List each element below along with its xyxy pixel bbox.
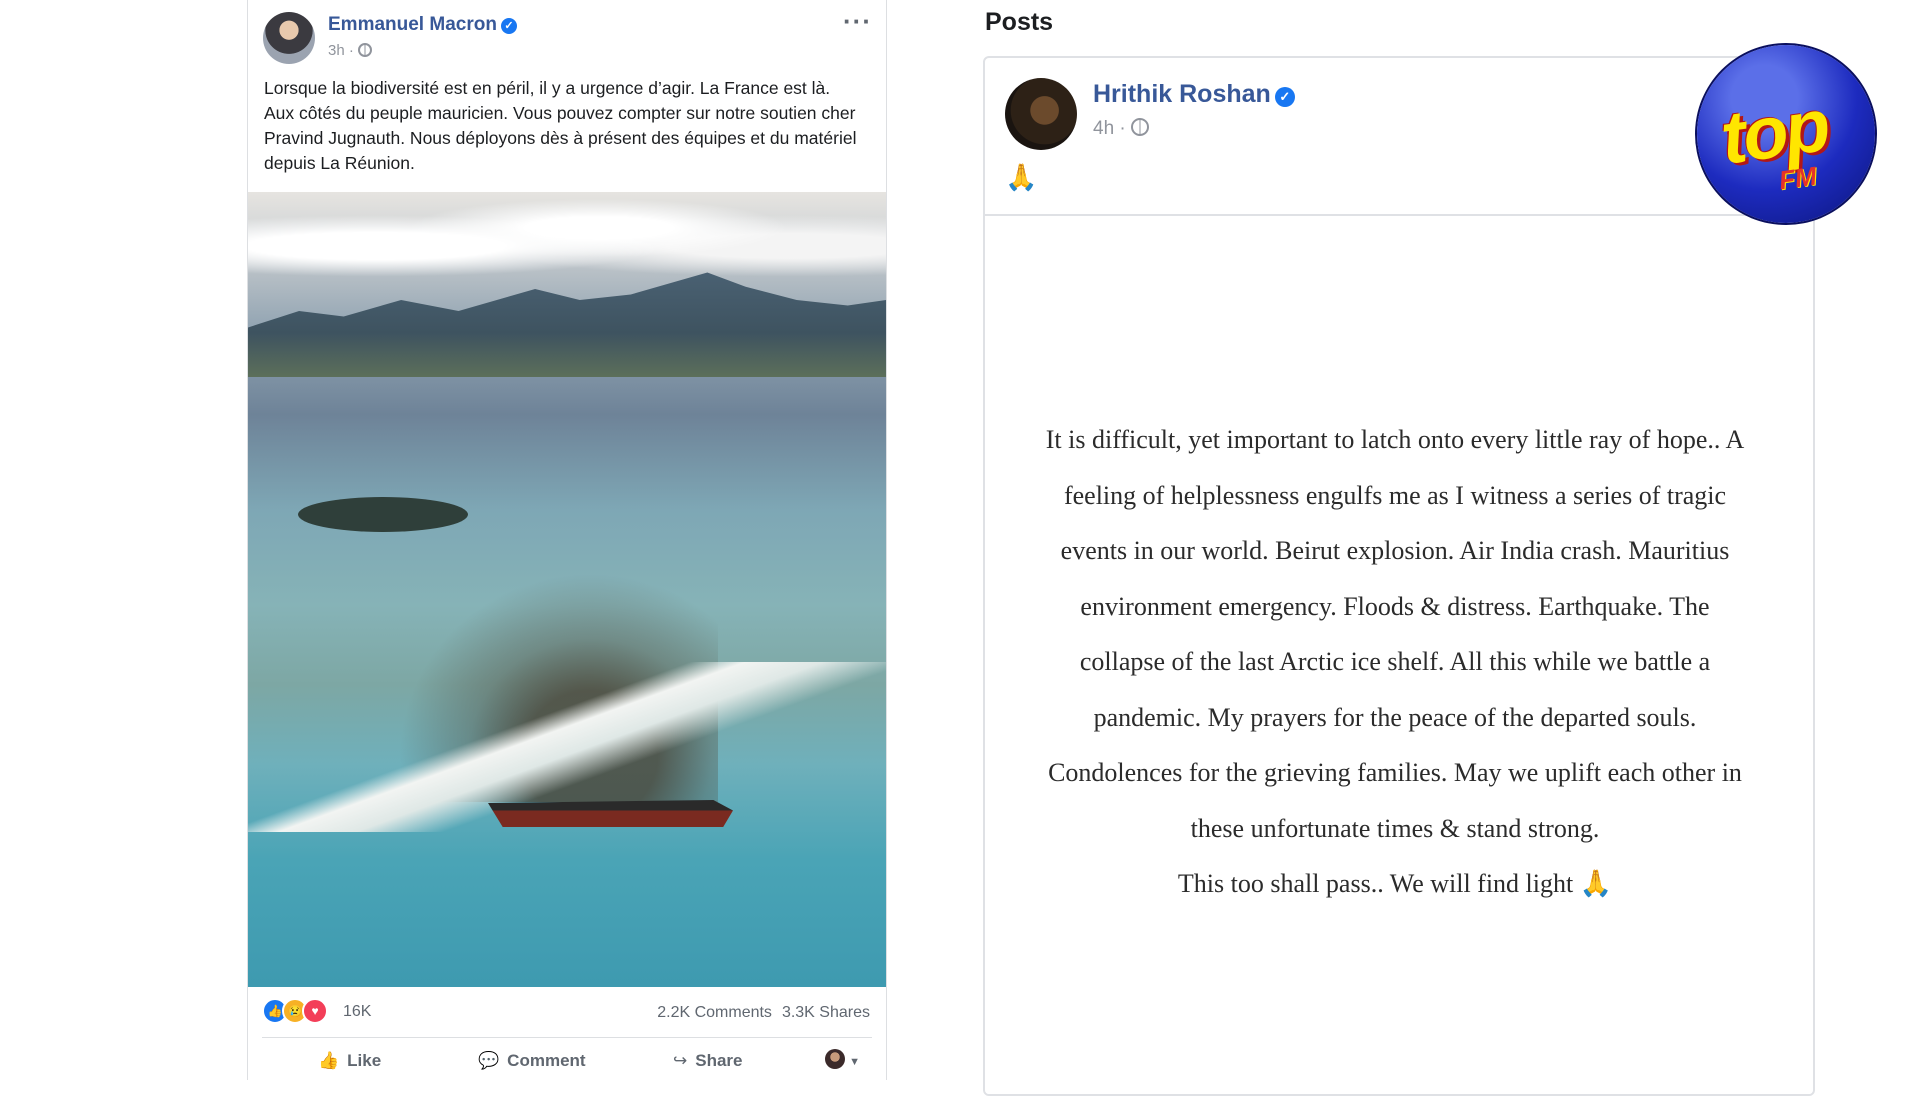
post-time[interactable]: 3h · <box>328 42 354 59</box>
hrithik-post: Hrithik Roshan ✓ 4h · 🙏 It is difficult, … <box>983 56 1815 1096</box>
love-reaction-icon: ♥ <box>302 998 328 1024</box>
more-options-icon[interactable]: ··· <box>843 6 872 37</box>
avatar[interactable] <box>1005 78 1077 150</box>
author-name[interactable]: Emmanuel Macron <box>328 14 497 35</box>
share-label: Share <box>695 1051 743 1070</box>
comment-icon: 💬 <box>478 1051 500 1070</box>
quote-body: It is difficult, yet important to latch … <box>1045 425 1745 843</box>
photo-clouds <box>248 192 886 282</box>
post-actions: 👍 Like 💬 Comment ↪ Share ▼ <box>248 1045 886 1080</box>
caret-down-icon: ▼ <box>849 1056 860 1068</box>
share-icon: ↪ <box>673 1051 688 1070</box>
post-author[interactable]: Emmanuel Macron ✓ <box>328 14 517 36</box>
share-button[interactable]: ↪ Share <box>673 1051 743 1071</box>
post-text: Lorsque la biodiversité est en péril, il… <box>264 78 857 173</box>
comment-label: Comment <box>507 1051 586 1070</box>
thumbs-up-icon: 👍 <box>318 1051 340 1070</box>
verified-badge-icon: ✓ <box>1274 87 1295 107</box>
quote-text: It is difficult, yet important to latch … <box>1045 412 1745 912</box>
avatar[interactable] <box>263 12 315 64</box>
post-time[interactable]: 4h · <box>1093 118 1126 139</box>
post-meta: 4h · <box>1093 118 1150 140</box>
post-photo[interactable] <box>248 192 886 987</box>
like-button[interactable]: 👍 Like <box>318 1051 381 1071</box>
top-fm-logo: top FM <box>1697 45 1875 223</box>
avatar <box>825 1049 846 1069</box>
divider <box>262 1037 872 1038</box>
globe-icon <box>358 43 373 57</box>
macron-post: Emmanuel Macron ✓ 3h · ··· Lorsque la bio… <box>247 0 887 1080</box>
photo-mountains <box>248 272 886 377</box>
author-name[interactable]: Hrithik Roshan <box>1093 80 1271 108</box>
react-as-selector[interactable]: ▼ <box>825 1049 860 1070</box>
globe-icon <box>1131 118 1150 136</box>
like-label: Like <box>347 1051 382 1070</box>
photo-island <box>298 497 468 532</box>
reactions-count[interactable]: 16K <box>343 1003 371 1021</box>
engagement-counts: 2.2K Comments 3.3K Shares <box>647 1004 870 1022</box>
shares-count[interactable]: 3.3K Shares <box>782 1004 870 1021</box>
quote-image[interactable]: It is difficult, yet important to latch … <box>985 214 1813 1094</box>
logo-fm-label: FM <box>1777 160 1819 196</box>
post-meta: 3h · <box>328 42 373 59</box>
post-author[interactable]: Hrithik Roshan ✓ <box>1093 80 1295 109</box>
comment-button[interactable]: 💬 Comment <box>478 1051 586 1071</box>
quote-closing: This too shall pass.. We will find light… <box>1177 869 1613 898</box>
verified-badge-icon: ✓ <box>500 18 517 34</box>
section-heading: Posts <box>985 8 1054 36</box>
post-text-emoji: 🙏 <box>1005 162 1038 192</box>
reaction-icons[interactable]: 👍 😢 ♥ <box>262 998 328 1024</box>
comments-count[interactable]: 2.2K Comments <box>657 1004 772 1021</box>
